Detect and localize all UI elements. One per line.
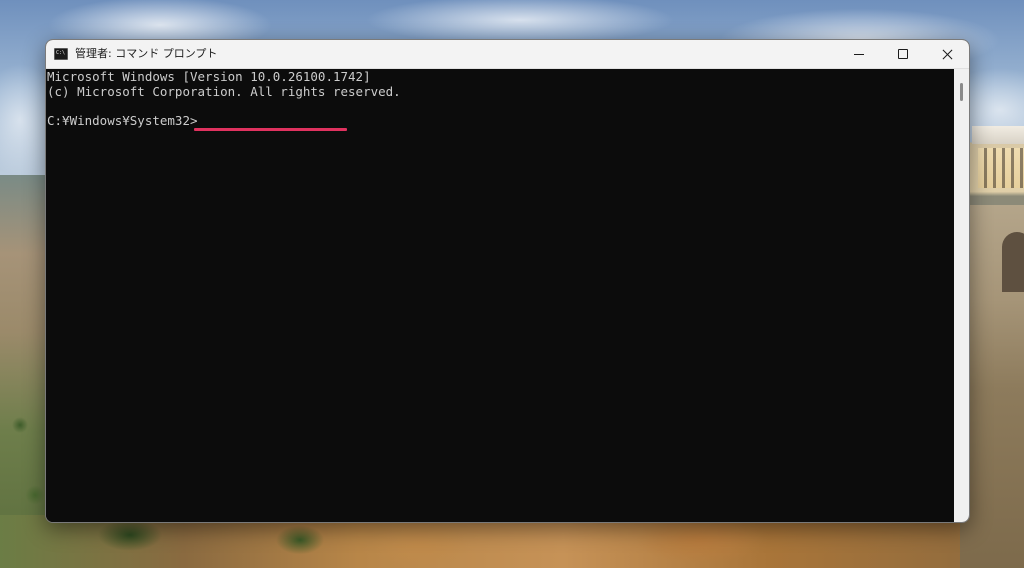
console-line-copyright: (c) Microsoft Corporation. All rights re… xyxy=(47,84,401,99)
command-prompt-window[interactable]: 管理者: コマンド プロンプト Microsoft Windows [Versi… xyxy=(45,39,970,523)
maximize-button[interactable] xyxy=(881,40,925,68)
close-button[interactable] xyxy=(925,40,969,68)
command-input[interactable] xyxy=(194,113,346,129)
console-line-version: Microsoft Windows [Version 10.0.26100.17… xyxy=(47,69,371,84)
title-bar[interactable]: 管理者: コマンド プロンプト xyxy=(46,40,969,69)
cmd-icon xyxy=(54,48,68,60)
maximize-icon xyxy=(898,49,908,59)
window-title: 管理者: コマンド プロンプト xyxy=(75,47,218,60)
input-highlight-underline xyxy=(194,128,347,131)
minimize-button[interactable] xyxy=(837,40,881,68)
console-output[interactable]: Microsoft Windows [Version 10.0.26100.17… xyxy=(46,69,954,522)
wallpaper-roof xyxy=(972,126,1024,144)
vertical-scrollbar[interactable] xyxy=(954,69,969,522)
scrollbar-thumb[interactable] xyxy=(960,83,963,101)
command-prompt-path: C:¥Windows¥System32> xyxy=(47,113,198,128)
wallpaper-bridge-arch xyxy=(1002,232,1024,292)
wallpaper-building-windows xyxy=(978,148,1024,188)
close-icon xyxy=(942,49,953,60)
minimize-icon xyxy=(854,53,864,55)
